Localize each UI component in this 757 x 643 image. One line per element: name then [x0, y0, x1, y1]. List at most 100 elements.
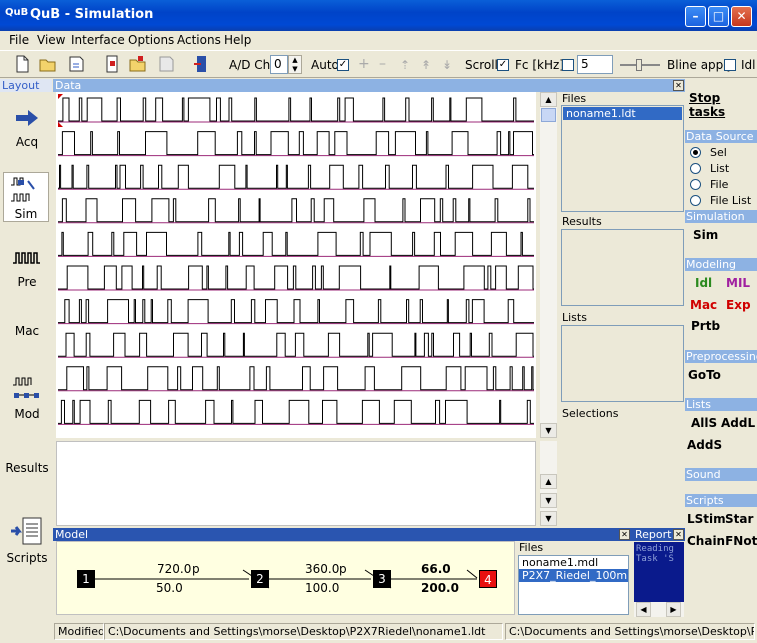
model-file-item-selected[interactable]: P2X7_Riedel_100mM — [519, 569, 628, 582]
rate-2-1[interactable]: 50.0 — [156, 581, 183, 595]
layout-label-scripts: Scripts — [6, 551, 48, 565]
addl-button[interactable]: AddL — [721, 416, 755, 430]
source-radio-filelist[interactable] — [690, 195, 701, 206]
model-state-2[interactable]: 2 — [251, 570, 269, 588]
trace-line — [58, 198, 534, 223]
data-header: Data — [53, 79, 685, 92]
files-list[interactable]: noname1.ldt — [561, 105, 684, 212]
layout-button-pre[interactable]: Pre — [2, 241, 52, 289]
new-file-icon[interactable] — [13, 55, 31, 73]
idl-button[interactable]: Idl — [695, 276, 712, 290]
remove-icon[interactable]: – — [379, 56, 386, 72]
secondary-plot[interactable] — [56, 441, 536, 526]
exp-button[interactable]: Exp — [726, 298, 751, 312]
report-scroll-right-icon[interactable]: ▶ — [666, 602, 681, 617]
lists-list[interactable] — [561, 325, 684, 402]
rate-3-4[interactable]: 66.0 — [421, 562, 451, 576]
scroll-up-icon[interactable]: ▲ — [540, 92, 557, 107]
star-button[interactable]: Star — [725, 512, 753, 526]
scroll-down-icon[interactable]: ▼ — [540, 423, 557, 438]
menu-actions[interactable]: Actions — [177, 33, 221, 47]
close-button[interactable]: ✕ — [731, 6, 752, 27]
source-radio-file[interactable] — [690, 179, 701, 190]
bline-apply-checkbox[interactable] — [724, 59, 736, 71]
layout-button-mod[interactable]: Mod — [2, 373, 52, 421]
source-label-filelist: File List — [710, 194, 752, 207]
model-canvas[interactable]: 1 2 3 4 720.0 p 50.0 360.0 p 100.0 66.0 … — [56, 541, 515, 615]
source-radio-list[interactable] — [690, 163, 701, 174]
alls-button[interactable]: AllS — [691, 416, 717, 430]
report-line: Task 'S — [636, 554, 674, 564]
rate-3-2[interactable]: 100.0 — [305, 581, 339, 595]
fc-input[interactable]: 5 — [577, 55, 613, 74]
rate-2-3[interactable]: 360.0 — [305, 562, 339, 576]
model-file-item[interactable]: noname1.mdl — [519, 556, 628, 569]
file-item[interactable]: noname1.ldt — [563, 107, 682, 120]
menu-help[interactable]: Help — [224, 33, 251, 47]
data-close-icon[interactable]: ✕ — [673, 80, 684, 91]
mac-button[interactable]: Mac — [690, 298, 717, 312]
exit-door-icon[interactable] — [193, 55, 211, 73]
stop-tasks-button[interactable]: Stop tasks — [689, 91, 757, 119]
lstim-button[interactable]: LStim — [687, 512, 726, 526]
ad-channel-spinner[interactable]: ▲ ▼ — [288, 55, 302, 74]
trace-line — [58, 131, 534, 156]
move-up-icon[interactable]: ⇡ — [400, 58, 410, 72]
menu-interface[interactable]: Interface — [71, 33, 125, 47]
mil-button[interactable]: MIL — [726, 276, 750, 290]
model-state-1[interactable]: 1 — [77, 570, 95, 588]
rate-4-3[interactable]: 200.0 — [421, 581, 459, 595]
menu-file[interactable]: File — [9, 33, 29, 47]
selection-end-marker[interactable] — [58, 122, 63, 127]
add-icon[interactable]: + — [358, 56, 370, 72]
move-top-icon[interactable]: ↟ — [421, 58, 431, 72]
trace-scrollbar[interactable]: ▲ ▼ — [540, 92, 557, 438]
layout-button-scripts[interactable]: Scripts — [2, 511, 52, 565]
fc-checkbox[interactable] — [562, 59, 574, 71]
minimize-button[interactable]: – — [685, 6, 706, 27]
move-bottom-icon[interactable]: ↡ — [442, 58, 452, 72]
save-icon[interactable] — [67, 55, 85, 73]
report-hscroll[interactable]: ◀ ▶ — [634, 602, 684, 617]
results-list[interactable] — [561, 229, 684, 306]
model-state-4[interactable]: 4 — [479, 570, 497, 588]
selection-start-marker[interactable] — [58, 94, 63, 99]
scroll-checkbox[interactable]: ✓ — [497, 59, 509, 71]
scroll-bottom-icon[interactable]: ▼ — [540, 511, 557, 526]
rate-1-2[interactable]: 720.0 — [157, 562, 191, 576]
prtb-button[interactable]: Prtb — [691, 319, 720, 333]
layout-button-mac[interactable]: Mac — [2, 300, 52, 338]
scroll-down-small-icon[interactable]: ▼ — [540, 493, 557, 508]
layout-button-sim[interactable]: Sim — [3, 172, 49, 222]
sim-button[interactable]: Sim — [693, 228, 718, 242]
selections-box: Selections — [560, 407, 685, 526]
auto-checkbox[interactable]: ✓ — [337, 59, 349, 71]
layout-button-results[interactable]: Results — [2, 461, 52, 475]
scroll-up-small-icon[interactable]: ▲ — [540, 474, 557, 489]
trace-plot[interactable] — [56, 92, 536, 438]
maximize-button[interactable]: □ — [708, 6, 729, 27]
menu-options[interactable]: Options — [128, 33, 174, 47]
save-model-icon[interactable] — [157, 55, 175, 73]
layout-button-acq[interactable]: Acq — [2, 101, 52, 149]
scroll-thumb[interactable] — [541, 108, 556, 122]
open-folder-icon[interactable] — [39, 55, 57, 73]
ad-channel-input[interactable]: 0 — [270, 55, 288, 74]
fc-slider-thumb[interactable] — [636, 59, 642, 71]
model-close-icon[interactable]: ✕ — [619, 529, 630, 540]
report-scroll-left-icon[interactable]: ◀ — [636, 602, 651, 617]
trace-icon — [13, 252, 40, 264]
goto-button[interactable]: GoTo — [688, 368, 721, 382]
report-line: Reading — [636, 544, 674, 554]
report-close-icon[interactable]: ✕ — [673, 529, 684, 540]
menu-view[interactable]: View — [37, 33, 65, 47]
adds-button[interactable]: AddS — [687, 438, 722, 452]
model-files-list[interactable]: noname1.mdl P2X7_Riedel_100mM — [518, 555, 629, 615]
source-radio-sel[interactable] — [690, 147, 701, 158]
open-model-icon[interactable] — [129, 55, 147, 73]
model-state-3[interactable]: 3 — [373, 570, 391, 588]
chainfnote-button[interactable]: ChainFNote — [687, 534, 757, 548]
secondary-scrollbar[interactable]: ▲ ▼ ▼ — [540, 441, 557, 526]
new-model-icon[interactable] — [103, 55, 121, 73]
trace-line — [58, 332, 534, 357]
